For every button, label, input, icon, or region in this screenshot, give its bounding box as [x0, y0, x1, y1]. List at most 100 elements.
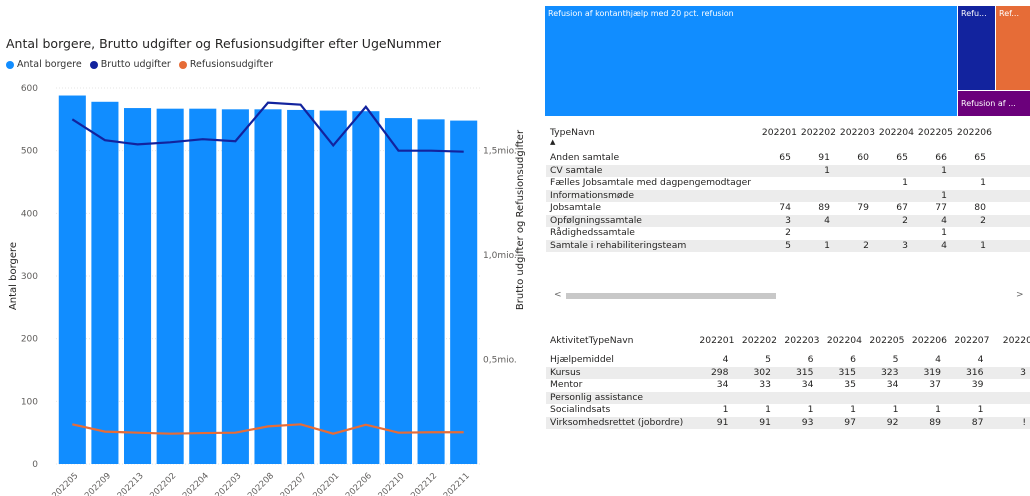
table-cell: 39 — [971, 379, 984, 390]
table-cell — [836, 177, 869, 189]
y-tick-label: 0 — [32, 460, 38, 470]
table-cell: 5 — [785, 239, 791, 251]
matrix-column-header[interactable]: 202205 — [914, 127, 953, 138]
bar — [124, 108, 152, 464]
table-cell: 87 — [971, 416, 984, 428]
table-cell: 33 — [759, 379, 771, 390]
matrix-column-header[interactable]: 202203 — [836, 127, 875, 138]
table-cell: 2 — [863, 239, 869, 251]
table-cell — [914, 177, 947, 189]
matrix-column-header[interactable]: 202204 — [875, 127, 914, 138]
table-row: CV samtale 1 1 — [546, 164, 1030, 177]
matrix-column-header[interactable]: 202206 — [953, 127, 992, 138]
x-tick-label: 202207 — [279, 471, 309, 496]
row-label: Virksomhedsrettet (jobordre) — [550, 416, 684, 428]
table-cell: 92 — [886, 416, 899, 428]
table-cell: 2 — [902, 214, 908, 226]
table-cell: 1 — [941, 189, 947, 201]
treemap-tile-refu[interactable]: Refu... — [958, 6, 995, 90]
treemap-tile-ref[interactable]: Ref... — [996, 6, 1030, 90]
x-tick-label: 202202 — [148, 471, 178, 496]
treemap: Refusion af kontanthjælp med 20 pct. ref… — [545, 6, 1030, 116]
table-cell: 5 — [765, 354, 771, 365]
y2-axis-label: Brutto udgifter og Refusionsudgifter — [515, 129, 526, 311]
table-row: Jobsamtale 74 89 79 67 77 80 — [546, 202, 1030, 214]
scroll-thumb[interactable] — [566, 293, 776, 299]
table-cell — [692, 392, 729, 404]
matrix-typenavn: TypeNavn 202201 202202 202203 202204 202205 20… — [546, 122, 1030, 282]
table-row: Opfølgningssamtale 3 4 2 4 2 — [546, 214, 1030, 227]
row-label: Mentor — [550, 379, 583, 390]
table-cell: 5 — [892, 354, 899, 365]
matrix-column-header[interactable]: 202202 — [735, 335, 777, 346]
table-cell — [758, 177, 791, 189]
table-cell — [953, 227, 986, 239]
matrix-column-header[interactable]: 202206 — [905, 335, 947, 346]
row-label: Informationsmøde — [550, 189, 635, 201]
table-cell: 4 — [941, 214, 947, 226]
bar — [319, 110, 347, 464]
table-cell: 74 — [779, 202, 791, 213]
legend-label: Antal borgere — [17, 59, 82, 70]
matrix-column-header[interactable]: 202201 — [758, 127, 797, 138]
legend-item-antal-borgere[interactable]: Antal borgere — [6, 59, 82, 70]
table-cell: 79 — [857, 202, 869, 213]
scroll-right-icon[interactable]: > — [1016, 290, 1024, 300]
treemap-tile-kontanthjaelp[interactable]: Refusion af kontanthjælp med 20 pct. ref… — [545, 6, 957, 116]
row-label: Socialindsats — [550, 404, 611, 415]
treemap-tile-refusion-af[interactable]: Refusion af ... — [958, 91, 1030, 116]
bar — [417, 119, 445, 465]
table-cell: 4 — [941, 239, 947, 251]
table-cell: 2 — [785, 227, 791, 238]
table-cell — [990, 354, 1027, 366]
scroll-left-icon[interactable]: < — [554, 290, 562, 300]
matrix-column-header[interactable]: 202201 — [692, 335, 734, 346]
table-cell: 1 — [765, 404, 771, 415]
legend-item-refusionsudgifter[interactable]: Refusionsudgifter — [178, 59, 273, 70]
row-label: Opfølgningssamtale — [550, 214, 642, 226]
table-cell — [820, 392, 857, 404]
table-cell: 319 — [923, 366, 941, 378]
sort-ascending-icon[interactable]: ▲ — [550, 138, 555, 146]
y-tick-label: 300 — [21, 272, 38, 282]
legend-item-brutto-udgifter[interactable]: Brutto udgifter — [89, 59, 171, 70]
table-cell — [836, 190, 869, 202]
matrix-column-header[interactable]: 20220 — [990, 335, 1030, 346]
x-tick-label: 202206 — [344, 471, 374, 496]
matrix-header-label[interactable]: AktivitetTypeNavn — [550, 335, 633, 346]
row-label: Anden samtale — [550, 152, 620, 163]
row-label: Hjælpemiddel — [550, 354, 614, 365]
bar — [189, 108, 217, 465]
table-cell: 65 — [974, 152, 986, 163]
x-tick-label: 202213 — [116, 471, 146, 496]
table-cell: 91 — [759, 416, 771, 428]
table-cell: 6 — [850, 354, 856, 365]
table-cell: 91 — [716, 416, 729, 428]
table-row: Informationsmøde 1 — [546, 189, 1030, 202]
y-tick-label: 400 — [21, 209, 38, 219]
matrix-column-header[interactable]: 202203 — [777, 335, 819, 346]
horizontal-scrollbar[interactable]: < > — [546, 290, 1030, 302]
legend-label: Brutto udgifter — [100, 59, 171, 70]
matrix-header-label[interactable]: TypeNavn — [550, 127, 595, 138]
matrix-column-header[interactable]: 202207 — [947, 335, 989, 346]
table-cell: 1 — [941, 164, 947, 176]
matrix-column-header[interactable]: 202205 — [862, 335, 904, 346]
chart-title: Antal borgere, Brutto udgifter og Refusi… — [6, 36, 442, 51]
table-cell: 316 — [965, 366, 984, 378]
table-cell — [990, 392, 1027, 404]
row-label: Jobsamtale — [550, 202, 601, 213]
x-tick-label: 202210 — [377, 471, 407, 496]
table-cell — [836, 227, 869, 239]
chart-legend: Antal borgere Brutto udgifter Refusionsu… — [6, 59, 273, 70]
table-cell: 1 — [807, 404, 814, 415]
table-cell: 34 — [886, 379, 899, 390]
table-cell: 2 — [980, 214, 986, 226]
y2-tick-label: 1,0mio. — [483, 251, 517, 261]
matrix-column-header[interactable]: 202202 — [797, 127, 836, 138]
table-row: Fælles Jobsamtale med dagpengemodtager 1 1 — [546, 177, 1030, 189]
table-row: Socialindsats 1 1 1 1 1 1 1 — [546, 404, 1030, 416]
y-tick-label: 200 — [21, 335, 38, 345]
matrix-column-header[interactable]: 202204 — [820, 335, 862, 346]
table-cell — [797, 190, 830, 202]
